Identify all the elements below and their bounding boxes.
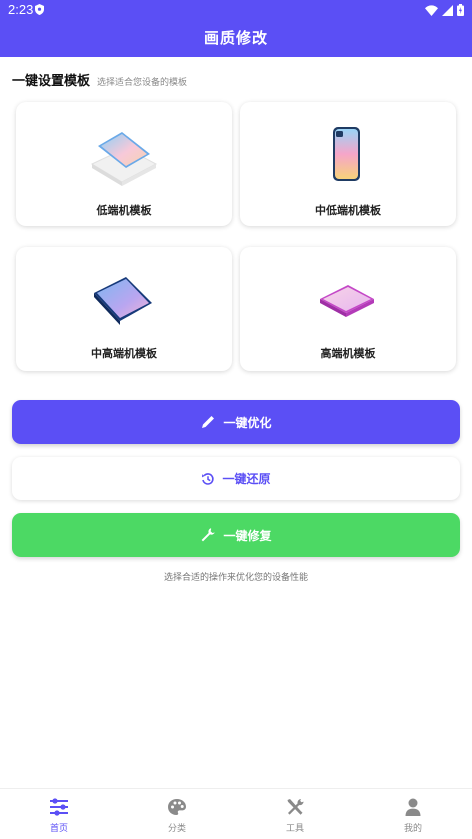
nav-item-home[interactable]: 首页 xyxy=(0,789,118,839)
cellular-signal-icon xyxy=(442,4,453,16)
restore-button[interactable]: 一键还原 xyxy=(12,457,460,500)
section-title: 一键设置模板 xyxy=(12,74,91,89)
nav-label: 首页 xyxy=(49,824,68,834)
nav-label: 工具 xyxy=(285,824,304,834)
page-title: 画质修改 xyxy=(203,29,268,47)
template-label: 高端机模板 xyxy=(320,347,376,360)
template-label: 低端机模板 xyxy=(96,204,152,217)
optimize-button[interactable]: 一键优化 xyxy=(12,400,460,444)
shield-icon xyxy=(35,4,44,15)
bottom-nav: 首页 分类 工具 我的 xyxy=(0,788,472,839)
repair-button[interactable]: 一键修复 xyxy=(12,513,460,557)
history-icon xyxy=(202,472,215,485)
pencil-icon xyxy=(202,416,215,428)
hint-text: 选择合适的操作来优化您的设备性能 xyxy=(163,573,308,583)
phone-tilted-blue-icon xyxy=(94,277,152,325)
template-card-low-end[interactable]: 低端机模板 xyxy=(16,102,232,226)
wrench-icon xyxy=(202,528,216,542)
section-subtitle: 选择适合您设备的模板 xyxy=(97,78,188,88)
palette-icon xyxy=(168,799,186,815)
template-label: 中低端机模板 xyxy=(315,204,381,217)
section-header: 一键设置模板 选择适合您设备的模板 xyxy=(12,70,187,89)
restore-button-label: 一键还原 xyxy=(222,472,271,486)
wifi-icon xyxy=(425,4,438,16)
status-time: 2:23 xyxy=(8,2,34,17)
phone-upright-icon xyxy=(333,127,360,181)
template-card-mid-high-end[interactable]: 中高端机模板 xyxy=(16,247,232,371)
nav-label: 我的 xyxy=(403,824,422,834)
template-card-high-end[interactable]: 高端机模板 xyxy=(240,247,456,371)
template-label: 中高端机模板 xyxy=(91,347,157,360)
optimize-button-label: 一键优化 xyxy=(223,415,272,430)
nav-item-category[interactable]: 分类 xyxy=(118,789,236,839)
app-bar: 画质修改 xyxy=(0,20,472,57)
battery-icon xyxy=(457,4,464,16)
person-icon xyxy=(405,798,421,816)
phone-tilted-pink-icon xyxy=(320,285,374,317)
template-card-mid-low-end[interactable]: 中低端机模板 xyxy=(240,102,456,226)
status-icons xyxy=(425,3,464,17)
sliders-icon xyxy=(50,798,68,816)
tools-icon xyxy=(287,799,304,815)
nav-item-profile[interactable]: 我的 xyxy=(354,789,472,839)
status-bar: 2:23 xyxy=(0,0,472,20)
nav-label: 分类 xyxy=(167,824,186,834)
repair-button-label: 一键修复 xyxy=(223,528,272,543)
nav-item-tools[interactable]: 工具 xyxy=(236,789,354,839)
phone-on-stand-icon xyxy=(90,132,158,186)
